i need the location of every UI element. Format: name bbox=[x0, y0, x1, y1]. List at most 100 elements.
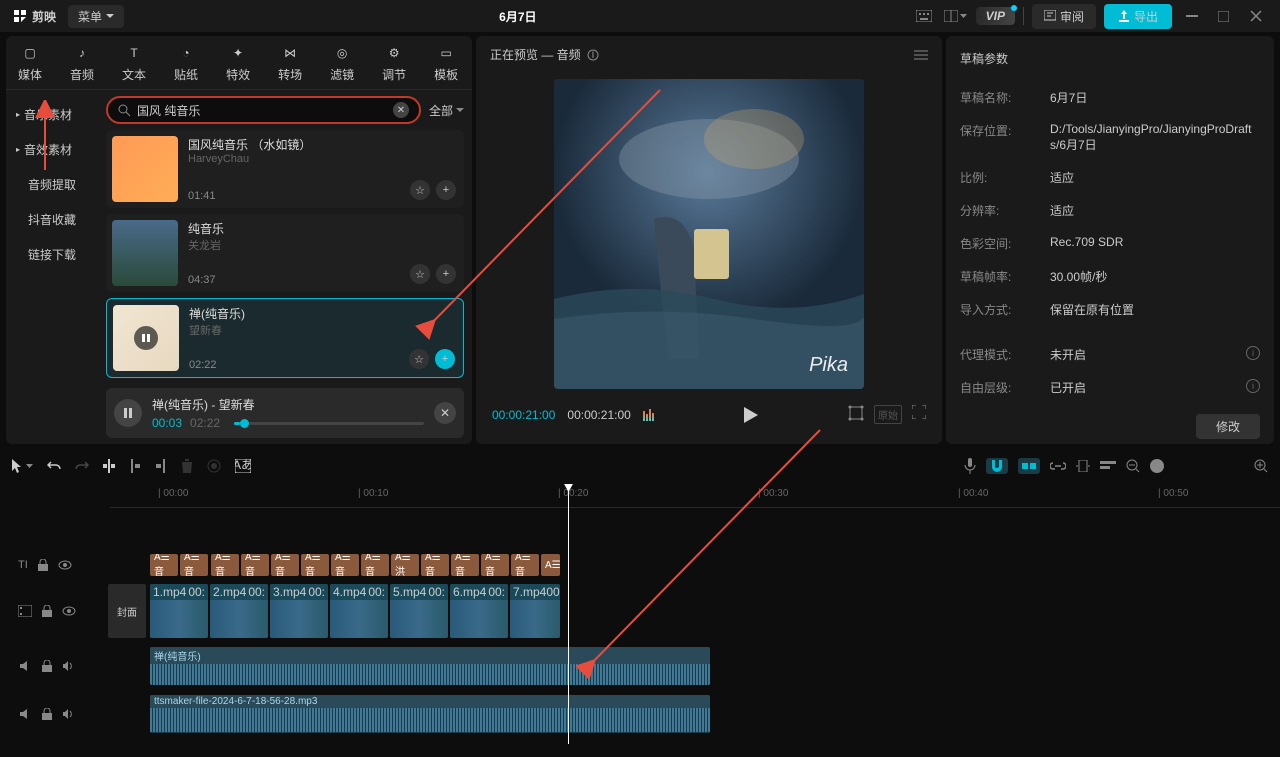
layout-icon[interactable] bbox=[944, 4, 968, 28]
text-clip[interactable]: A☰ 音 bbox=[481, 554, 509, 576]
split-tool[interactable] bbox=[103, 459, 115, 473]
text-clip[interactable]: A☰ 音 bbox=[241, 554, 269, 576]
menu-button[interactable]: 菜单 bbox=[68, 5, 124, 28]
tab-音频[interactable]: ♪音频 bbox=[70, 42, 94, 83]
audio-clip[interactable]: ttsmaker-file-2024-6-7-18-56-28.mp3 bbox=[150, 695, 710, 733]
text-clip[interactable]: A☰ 洪 bbox=[391, 554, 419, 576]
keyboard-icon[interactable] bbox=[912, 4, 936, 28]
text-clip[interactable]: A☰ 音 bbox=[331, 554, 359, 576]
player-progress[interactable] bbox=[234, 422, 424, 425]
text-clip[interactable]: A☰ 音 bbox=[180, 554, 208, 576]
tab-文本[interactable]: T文本 bbox=[122, 42, 146, 83]
preview-play-button[interactable] bbox=[744, 407, 758, 423]
add-button[interactable]: + bbox=[436, 180, 456, 200]
filter-dropdown[interactable]: 全部 bbox=[429, 102, 464, 119]
crop-icon[interactable] bbox=[848, 405, 864, 424]
eye-icon[interactable] bbox=[62, 606, 76, 616]
video-clip[interactable]: 1.mp400: bbox=[150, 584, 208, 638]
music-item[interactable]: 禅(纯音乐)望新春02:22 ☆+ bbox=[106, 298, 464, 378]
text-clip[interactable]: A☰ 音 bbox=[301, 554, 329, 576]
mic-icon[interactable] bbox=[964, 458, 976, 474]
audio-clip[interactable]: 禅(纯音乐) bbox=[150, 647, 710, 685]
cover-thumbnail[interactable]: 封面 bbox=[108, 584, 146, 638]
video-clip[interactable]: 4.mp400: bbox=[330, 584, 388, 638]
lock-icon[interactable] bbox=[42, 605, 52, 617]
video-clip[interactable]: 6.mp400: bbox=[450, 584, 508, 638]
text-clip[interactable]: A☰ 音 bbox=[361, 554, 389, 576]
delete-tool[interactable] bbox=[181, 459, 193, 473]
timeline[interactable]: | 00:00| 00:10| 00:20| 00:30| 00:40| 00:… bbox=[0, 484, 1280, 755]
caption-tool[interactable]: Aあ bbox=[235, 459, 251, 473]
speaker-icon[interactable] bbox=[62, 660, 74, 672]
video-clip[interactable]: 3.mp400: bbox=[270, 584, 328, 638]
music-item[interactable]: 纯音乐关龙岩04:37 ☆+ bbox=[106, 214, 464, 292]
magnet-tool[interactable] bbox=[986, 458, 1008, 474]
info-icon[interactable]: i bbox=[1246, 379, 1260, 393]
tab-特效[interactable]: ✦特效 bbox=[226, 42, 250, 83]
vip-badge[interactable]: VIP bbox=[976, 7, 1015, 25]
clear-search-button[interactable]: ✕ bbox=[393, 102, 409, 118]
text-clip[interactable]: A☰ 音 bbox=[271, 554, 299, 576]
maximize-button[interactable] bbox=[1212, 4, 1236, 28]
add-button[interactable]: + bbox=[436, 264, 456, 284]
info-icon[interactable]: i bbox=[1246, 346, 1260, 360]
playhead[interactable] bbox=[568, 484, 569, 744]
chain-icon[interactable] bbox=[1050, 461, 1066, 471]
text-clip[interactable]: A☰ 音 bbox=[211, 554, 239, 576]
preview-icon[interactable] bbox=[1076, 460, 1090, 472]
close-button[interactable] bbox=[1244, 4, 1268, 28]
cursor-tool[interactable] bbox=[12, 459, 33, 473]
fullscreen-icon[interactable] bbox=[912, 405, 926, 424]
timeline-ruler[interactable]: | 00:00| 00:10| 00:20| 00:30| 00:40| 00:… bbox=[110, 484, 1280, 508]
search-input[interactable] bbox=[137, 103, 387, 117]
favorite-button[interactable]: ☆ bbox=[410, 264, 430, 284]
export-button[interactable]: 导出 bbox=[1104, 4, 1172, 29]
info-icon[interactable]: i bbox=[587, 49, 599, 61]
text-clip[interactable]: A☰ 音 bbox=[451, 554, 479, 576]
undo-button[interactable] bbox=[47, 460, 61, 472]
music-item[interactable]: 国风纯音乐 （水如镜）HarveyChau01:41 ☆+ bbox=[106, 130, 464, 208]
video-clip[interactable]: 5.mp400: bbox=[390, 584, 448, 638]
text-clip[interactable]: A☰ 音 bbox=[511, 554, 539, 576]
tab-调节[interactable]: ⚙调节 bbox=[382, 42, 406, 83]
text-clip[interactable]: A☰ 音 bbox=[421, 554, 449, 576]
zoom-slider[interactable] bbox=[1150, 459, 1164, 473]
tab-贴纸[interactable]: ◔贴纸 bbox=[174, 42, 198, 83]
player-play-button[interactable] bbox=[114, 399, 142, 427]
search-box[interactable]: ✕ bbox=[106, 96, 421, 124]
ratio-icon[interactable]: 原始 bbox=[874, 405, 902, 424]
text-clip[interactable]: A☰ bbox=[541, 554, 560, 576]
text-clip[interactable]: A☰ 音 bbox=[150, 554, 178, 576]
video-clip[interactable]: 7.mp400: bbox=[510, 584, 560, 638]
favorite-button[interactable]: ☆ bbox=[410, 180, 430, 200]
favorite-button[interactable]: ☆ bbox=[409, 349, 429, 369]
preview-menu-button[interactable] bbox=[914, 50, 928, 60]
category-音效素材[interactable]: ▸音效素材 bbox=[6, 133, 98, 166]
add-button[interactable]: + bbox=[435, 349, 455, 369]
record-tool[interactable] bbox=[207, 459, 221, 473]
link-tool[interactable] bbox=[1018, 458, 1040, 474]
category-链接下载[interactable]: 链接下载 bbox=[6, 238, 98, 271]
speaker-icon[interactable] bbox=[62, 708, 74, 720]
pause-icon[interactable] bbox=[134, 326, 158, 350]
modify-button[interactable]: 修改 bbox=[1196, 414, 1260, 439]
review-button[interactable]: 审阅 bbox=[1032, 4, 1096, 29]
minimize-button[interactable] bbox=[1180, 4, 1204, 28]
close-player-button[interactable]: ✕ bbox=[434, 402, 456, 424]
category-抖音收藏[interactable]: 抖音收藏 bbox=[6, 203, 98, 236]
tab-媒体[interactable]: ▢媒体 bbox=[18, 42, 42, 83]
eye-icon[interactable] bbox=[58, 560, 72, 570]
category-音乐素材[interactable]: ▸音乐素材 bbox=[6, 98, 98, 131]
tab-滤镜[interactable]: ◎滤镜 bbox=[330, 42, 354, 83]
zoom-fit-icon[interactable] bbox=[1254, 459, 1268, 473]
zoom-out-icon[interactable] bbox=[1126, 459, 1140, 473]
redo-button[interactable] bbox=[75, 460, 89, 472]
track-icon[interactable] bbox=[1100, 461, 1116, 471]
category-音频提取[interactable]: 音频提取 bbox=[6, 168, 98, 201]
lock-icon[interactable] bbox=[42, 660, 52, 672]
split-left-tool[interactable] bbox=[129, 459, 141, 473]
split-right-tool[interactable] bbox=[155, 459, 167, 473]
tab-模板[interactable]: ▭模板 bbox=[434, 42, 458, 83]
lock-icon[interactable] bbox=[42, 708, 52, 720]
video-clip[interactable]: 2.mp400: bbox=[210, 584, 268, 638]
